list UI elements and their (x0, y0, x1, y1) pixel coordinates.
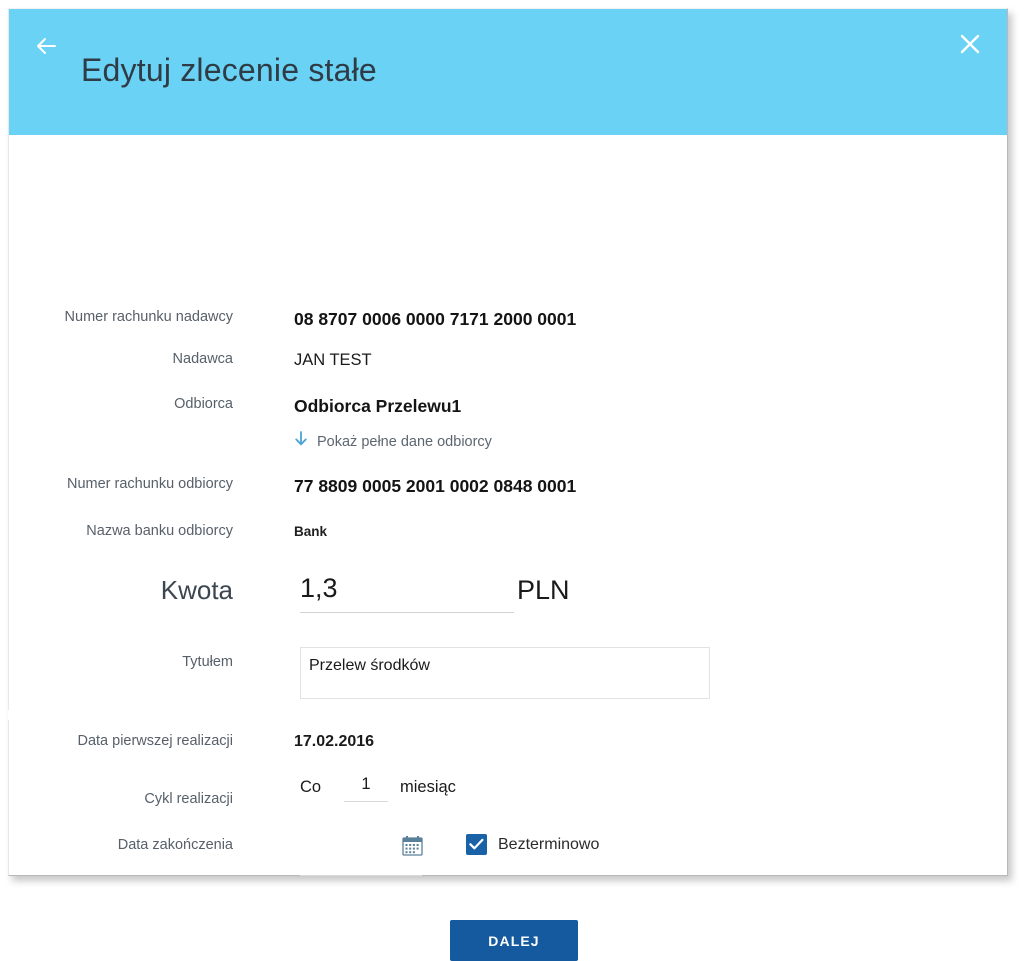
check-icon (469, 838, 484, 850)
back-arrow-icon[interactable] (32, 31, 66, 61)
indefinite-checkbox[interactable]: Bezterminowo (466, 834, 599, 855)
arrow-down-icon (294, 431, 308, 453)
edge-notch (8, 710, 20, 720)
sender-account-value: 08 8707 0006 0000 7171 2000 0001 (294, 309, 577, 329)
indefinite-label: Bezterminowo (498, 835, 600, 853)
recipient-value: Odbiorca Przelewu1 (294, 396, 462, 416)
calendar-icon[interactable] (402, 835, 423, 861)
first-execution-date-label: Data pierwszej realizacji (77, 733, 233, 749)
dialog-header: Edytuj zlecenie stałe (9, 9, 1007, 135)
recipient-account-label: Numer rachunku odbiorcy (66, 476, 233, 492)
edit-standing-order-dialog: Edytuj zlecenie stałe Numer rachunku nad… (8, 8, 1008, 961)
end-date-label: Data zakończenia (117, 837, 233, 853)
recipient-account-value: 77 8809 0005 2001 0002 0848 0001 (294, 476, 577, 496)
transfer-title-label: Tytułem (182, 654, 233, 670)
cycle-label: Cykl realizacji (144, 791, 233, 807)
dialog-body: Numer rachunku nadawcy 08 8707 0006 0000… (8, 135, 1007, 961)
amount-label: Kwota (160, 575, 233, 605)
page-title: Edytuj zlecenie stałe (81, 52, 377, 88)
cycle-unit-label: miesiąc (400, 778, 456, 796)
recipient-label: Odbiorca (174, 396, 233, 412)
cycle-prefix-label: Co (300, 778, 322, 796)
show-full-recipient-link[interactable]: Pokaż pełne dane odbiorcy (294, 431, 492, 453)
close-icon[interactable] (955, 29, 985, 59)
recipient-bank-value: Bank (294, 524, 328, 539)
cycle-interval-input[interactable] (344, 775, 388, 802)
amount-currency: PLN (517, 575, 570, 605)
sender-label: Nadawca (172, 351, 233, 367)
checkbox-box (466, 834, 487, 855)
sender-value: JAN TEST (294, 351, 372, 369)
submit-button[interactable]: DALEJ (450, 920, 578, 961)
show-full-recipient-label: Pokaż pełne dane odbiorcy (317, 434, 492, 450)
recipient-bank-label: Nazwa banku odbiorcy (86, 523, 233, 539)
sender-account-label: Numer rachunku nadawcy (64, 309, 233, 325)
amount-input[interactable] (300, 573, 514, 613)
first-execution-date-value: 17.02.2016 (294, 733, 375, 750)
transfer-title-input[interactable] (300, 647, 710, 699)
